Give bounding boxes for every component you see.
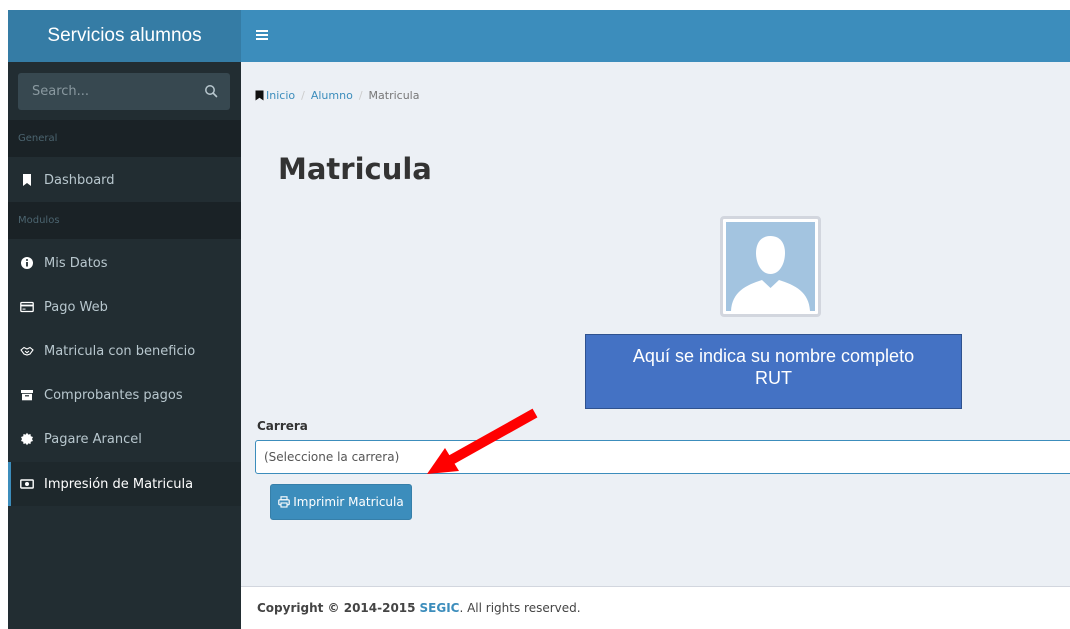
app-title[interactable]: Servicios alumnos xyxy=(8,10,241,62)
sidebar-item-comprobantes[interactable]: Comprobantes pagos xyxy=(8,373,241,417)
section-header-general: General xyxy=(8,120,241,157)
print-icon xyxy=(278,496,291,508)
money-icon xyxy=(20,479,34,489)
carrera-select-value: (Seleccione la carrera) xyxy=(264,450,400,464)
sidebar-item-label: Dashboard xyxy=(44,172,115,188)
info-icon xyxy=(21,257,33,269)
page-title: Matricula xyxy=(278,152,432,186)
handshake-icon xyxy=(20,346,34,356)
bookmark-icon xyxy=(255,90,264,101)
footer-copyright: Copyright © 2014-2015 xyxy=(257,601,416,615)
annotation-line-1: Aquí se indica su nombre completo xyxy=(632,346,915,366)
breadcrumb: Inicio / Alumno / Matricula xyxy=(255,89,419,102)
carrera-label: Carrera xyxy=(257,419,308,433)
breadcrumb-link-inicio[interactable]: Inicio xyxy=(266,89,295,102)
breadcrumb-current: Matricula xyxy=(368,89,420,102)
bookmark-icon xyxy=(23,174,31,186)
credit-card-icon xyxy=(20,301,34,313)
footer-rights: . All rights reserved. xyxy=(459,601,581,615)
sidebar: Servicios alumnos General Dashboard Modu… xyxy=(8,10,241,629)
section-header-modulos: Modulos xyxy=(8,202,241,239)
archive-icon xyxy=(21,390,33,401)
sidebar-item-pagare-arancel[interactable]: Pagare Arancel xyxy=(8,417,241,461)
annotation-callout: Aquí se indica su nombre completo RUT xyxy=(585,334,962,409)
annotation-line-2: RUT xyxy=(755,368,792,388)
search-box xyxy=(18,73,230,110)
sidebar-item-label: Pago Web xyxy=(44,299,108,315)
sidebar-item-dashboard[interactable]: Dashboard xyxy=(8,158,241,202)
left-margin xyxy=(0,0,8,629)
page: Servicios alumnos General Dashboard Modu… xyxy=(0,0,1070,629)
user-silhouette-icon xyxy=(726,222,815,311)
red-arrow-annotation xyxy=(427,408,538,474)
print-matricula-button[interactable]: Imprimir Matricula xyxy=(270,484,412,520)
sidebar-item-label: Impresión de Matricula xyxy=(44,476,194,492)
carrera-select[interactable]: (Seleccione la carrera) xyxy=(255,440,1070,474)
sidebar-item-pago-web[interactable]: Pago Web xyxy=(8,285,241,329)
top-navbar xyxy=(241,10,1070,62)
sidebar-item-label: Mis Datos xyxy=(44,255,108,271)
sidebar-item-label: Comprobantes pagos xyxy=(44,387,183,403)
print-button-label: Imprimir Matricula xyxy=(293,495,404,509)
avatar xyxy=(720,216,821,317)
breadcrumb-separator: / xyxy=(301,89,305,102)
menu-toggle-icon[interactable] xyxy=(255,28,269,42)
breadcrumb-separator: / xyxy=(358,89,363,102)
content-area: Inicio / Alumno / Matricula Matricula Aq… xyxy=(241,62,1070,586)
sidebar-item-impresion-matricula[interactable]: Impresión de Matricula xyxy=(8,462,241,506)
search-icon[interactable] xyxy=(204,84,218,98)
sidebar-item-label: Pagare Arancel xyxy=(44,431,142,447)
footer: Copyright © 2014-2015 SEGIC . All rights… xyxy=(241,586,1070,629)
footer-brand-link[interactable]: SEGIC xyxy=(420,601,460,615)
sidebar-item-label: Matricula con beneficio xyxy=(44,343,196,359)
search-input[interactable] xyxy=(18,73,198,110)
sidebar-item-mis-datos[interactable]: Mis Datos xyxy=(8,241,241,285)
sidebar-item-matricula-beneficio[interactable]: Matricula con beneficio xyxy=(8,329,241,373)
breadcrumb-link-alumno[interactable]: Alumno xyxy=(311,89,353,102)
certificate-icon xyxy=(21,432,33,446)
